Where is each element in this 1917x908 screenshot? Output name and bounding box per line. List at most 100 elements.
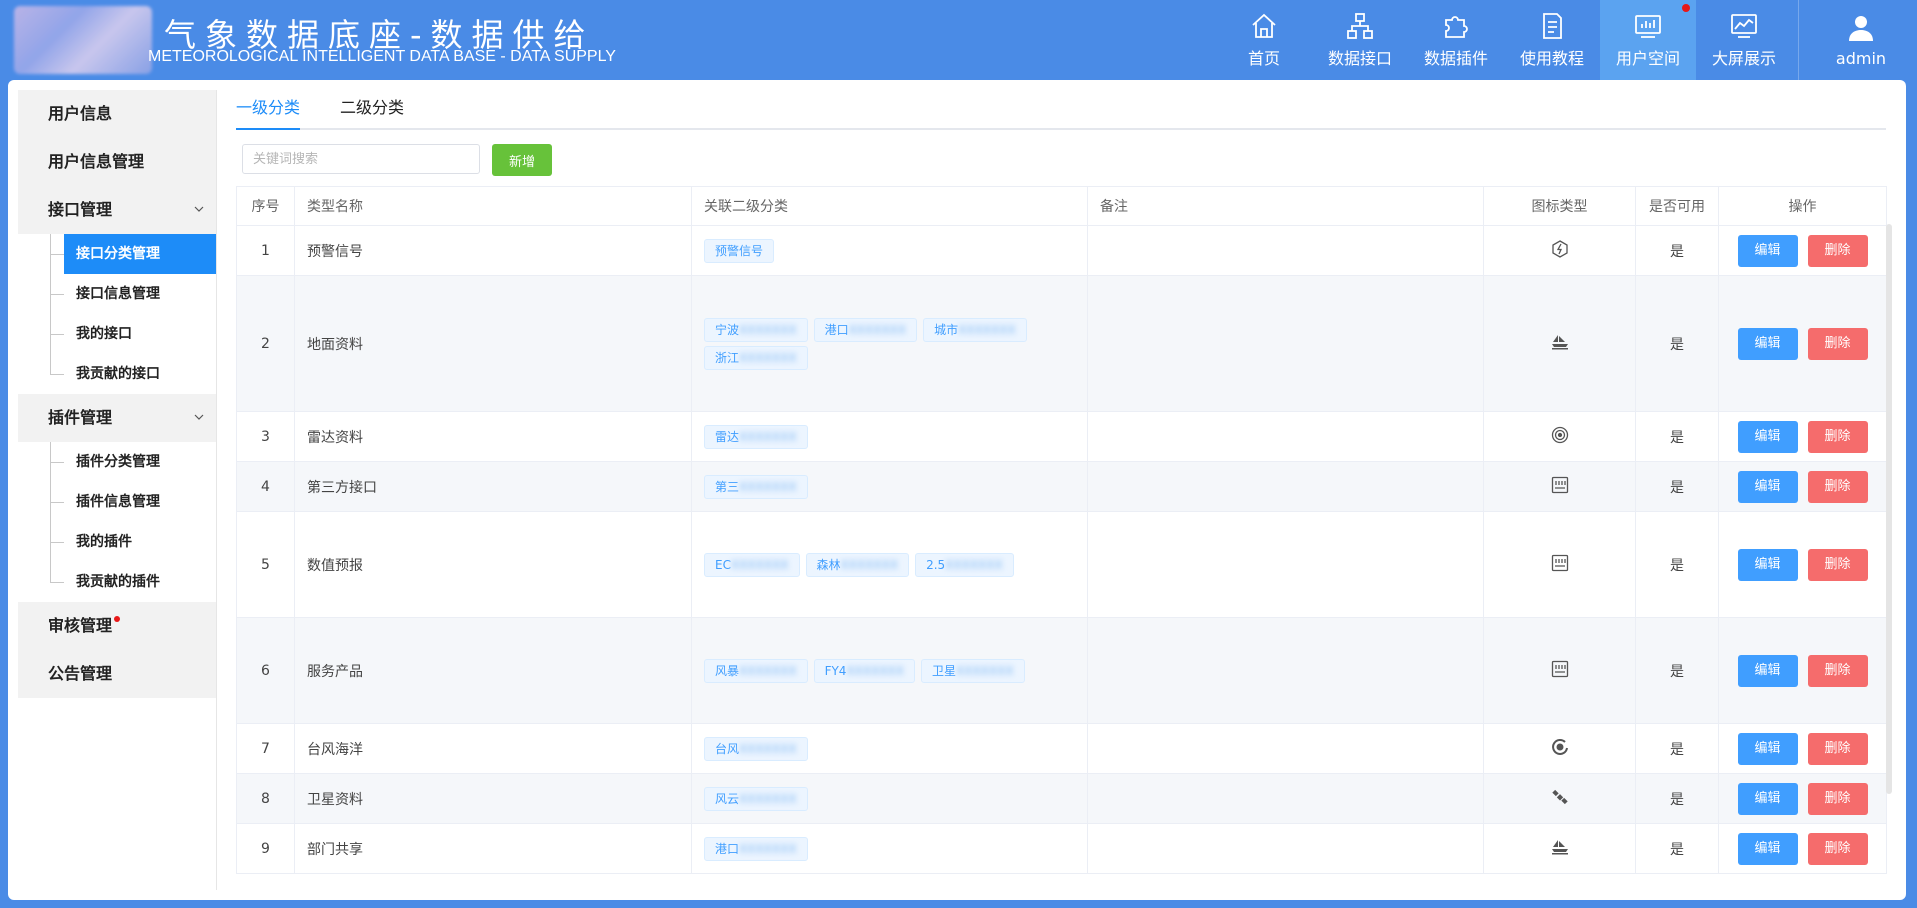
tag-prefix: 预警信号 xyxy=(715,243,764,258)
cell-icon xyxy=(1483,225,1636,276)
delete-button[interactable]: 删除 xyxy=(1807,732,1868,765)
sidebar-plugin-submenu: 插件分类管理 插件信息管理 我的插件 我贡献的插件 xyxy=(18,442,216,602)
cell-sub-category: 雷达XXXXXXX xyxy=(691,411,1088,462)
sidebar-item-plugin-category[interactable]: 插件分类管理 xyxy=(18,442,216,482)
sub-category-tag: 港口XXXXXXX xyxy=(704,836,808,861)
sidebar-item-my-interface[interactable]: 我的接口 xyxy=(18,314,216,354)
nav-tutorial-label: 使用教程 xyxy=(1519,49,1584,68)
tab-level-2[interactable]: 二级分类 xyxy=(340,96,404,128)
delete-button[interactable]: 删除 xyxy=(1807,548,1868,581)
sub-category-tag: 卫星XXXXXXX xyxy=(920,658,1025,683)
sidebar-item-notice[interactable]: 公告管理 xyxy=(18,650,216,698)
nav-home[interactable]: 首页 xyxy=(1216,0,1312,80)
sitemap-icon xyxy=(1347,13,1373,39)
user-menu[interactable]: admin xyxy=(1805,0,1917,80)
col-header-remark: 备注 xyxy=(1087,186,1484,226)
edit-button[interactable]: 编辑 xyxy=(1737,327,1798,360)
cell-enabled: 是 xyxy=(1635,511,1719,618)
nav-big-screen[interactable]: 大屏展示 xyxy=(1696,0,1792,80)
cell-sub-category: 宁波XXXXXXX 港口XXXXXXX 城市XXXXXXX 浙江XXXXXXX xyxy=(691,275,1088,412)
tag-redacted: XXXXXXX xyxy=(945,557,1003,572)
sidebar-group-plugin-label: 插件管理 xyxy=(48,408,113,427)
nav-tutorial[interactable]: 使用教程 xyxy=(1504,0,1600,80)
sidebar-item-interface-info[interactable]: 接口信息管理 xyxy=(18,274,216,314)
cell-enabled: 是 xyxy=(1635,275,1719,412)
delete-button[interactable]: 删除 xyxy=(1807,327,1868,360)
tag-redacted: XXXXXXX xyxy=(739,663,797,678)
edit-button[interactable]: 编辑 xyxy=(1737,732,1798,765)
sub-category-tag: 第三XXXXXXX xyxy=(704,474,808,499)
delete-button[interactable]: 删除 xyxy=(1807,832,1868,865)
cell-actions: 编辑 删除 xyxy=(1718,511,1887,618)
edit-button[interactable]: 编辑 xyxy=(1737,234,1798,267)
table-body: 1 预警信号 预警信号是编辑 删除 2 地面资料 宁波XXXXXXX 港口XXXXXXX 城市X… xyxy=(236,225,1887,874)
delete-button[interactable]: 删除 xyxy=(1807,782,1868,815)
sub-category-tag: 风云XXXXXXX xyxy=(704,786,808,811)
tag-prefix: EC xyxy=(715,557,731,572)
tab-level-1[interactable]: 一级分类 xyxy=(236,96,301,130)
nav-big-screen-label: 大屏展示 xyxy=(1711,49,1776,68)
delete-button[interactable]: 删除 xyxy=(1807,470,1868,503)
chevron-down-icon xyxy=(194,414,204,420)
cell-remark xyxy=(1087,823,1484,874)
sub-category-tag: 风暴XXXXXXX xyxy=(704,658,808,683)
cell-sub-category: 预警信号 xyxy=(691,225,1088,276)
edit-button[interactable]: 编辑 xyxy=(1737,420,1798,453)
sub-category-tags: 风云XXXXXXX xyxy=(704,781,1075,817)
edit-button[interactable]: 编辑 xyxy=(1737,548,1798,581)
edit-button[interactable]: 编辑 xyxy=(1737,470,1798,503)
sidebar-item-plugin-info[interactable]: 插件信息管理 xyxy=(18,482,216,522)
edit-button[interactable]: 编辑 xyxy=(1737,654,1798,687)
cell-name: 服务产品 xyxy=(294,617,692,724)
nav-user-space[interactable]: 用户空间 xyxy=(1600,0,1696,80)
grid-icon xyxy=(1551,660,1569,682)
sub-category-tags: 宁波XXXXXXX 港口XXXXXXX 城市XXXXXXX 浙江XXXXXXX xyxy=(704,312,1075,376)
tag-redacted: XXXXXXX xyxy=(739,791,797,806)
edit-button[interactable]: 编辑 xyxy=(1737,782,1798,815)
nav-home-label: 首页 xyxy=(1247,49,1280,68)
cell-no: 1 xyxy=(236,225,295,276)
dashboard-icon xyxy=(1635,15,1661,38)
cell-enabled: 是 xyxy=(1635,773,1719,824)
sidebar-group-interface[interactable]: 接口管理 xyxy=(18,186,216,234)
tag-redacted: XXXXXXX xyxy=(739,429,797,444)
app-subtitle: METEOROLOGICAL INTELLIGENT DATA BASE - D… xyxy=(148,48,616,65)
sidebar-group-plugin[interactable]: 插件管理 xyxy=(18,394,216,442)
delete-button[interactable]: 删除 xyxy=(1807,654,1868,687)
edit-button[interactable]: 编辑 xyxy=(1737,832,1798,865)
tag-redacted: XXXXXXX xyxy=(739,741,797,756)
sidebar-item-user-info[interactable]: 用户信息 xyxy=(18,90,216,138)
sub-category-tag: 2.5XXXXXXX xyxy=(915,552,1014,577)
sidebar-item-my-plugin[interactable]: 我的插件 xyxy=(18,522,216,562)
cell-name: 部门共享 xyxy=(294,823,692,874)
warning-signal-icon xyxy=(1551,239,1569,262)
review-badge xyxy=(114,616,121,622)
cell-icon xyxy=(1483,461,1636,512)
delete-button[interactable]: 删除 xyxy=(1807,420,1868,453)
cell-enabled: 是 xyxy=(1635,617,1719,724)
table-scrollbar[interactable] xyxy=(1886,224,1892,794)
sidebar-item-review[interactable]: 审核管理 xyxy=(18,602,216,650)
add-button[interactable]: 新增 xyxy=(492,144,552,176)
nav-data-plugin[interactable]: 数据插件 xyxy=(1408,0,1504,80)
search-input[interactable] xyxy=(242,144,480,174)
sidebar-item-user-info-mgmt[interactable]: 用户信息管理 xyxy=(18,138,216,186)
col-header-actions: 操作 xyxy=(1718,186,1887,226)
cell-sub-category: 台风XXXXXXX xyxy=(691,723,1088,774)
sub-category-tag: 森林XXXXXXX xyxy=(805,552,910,577)
tag-prefix: 风云 xyxy=(715,791,740,806)
delete-button[interactable]: 删除 xyxy=(1807,234,1868,267)
sidebar-item-contributed-interface[interactable]: 我贡献的接口 xyxy=(18,354,216,394)
nav-data-interface[interactable]: 数据接口 xyxy=(1312,0,1408,80)
radar-icon xyxy=(1551,426,1569,448)
cell-sub-category: 风暴XXXXXXX FY4XXXXXXX 卫星XXXXXXX xyxy=(691,617,1088,724)
sidebar-item-contributed-plugin[interactable]: 我贡献的插件 xyxy=(18,562,216,602)
col-header-name: 类型名称 xyxy=(294,186,692,226)
logo xyxy=(14,6,152,74)
sidebar-item-interface-category[interactable]: 接口分类管理 xyxy=(50,234,216,274)
tag-prefix: 第三 xyxy=(715,479,740,494)
table-row: 7 台风海洋 台风XXXXXXX 是编辑 删除 xyxy=(236,723,1887,774)
tag-prefix: 台风 xyxy=(715,741,740,756)
cell-remark xyxy=(1087,723,1484,774)
cell-actions: 编辑 删除 xyxy=(1718,823,1887,874)
